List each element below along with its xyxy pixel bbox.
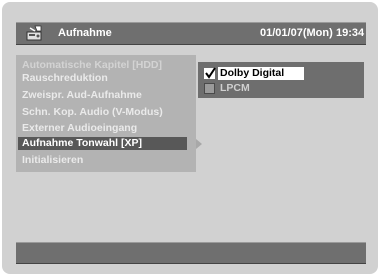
option-label: Dolby Digital	[218, 67, 304, 80]
menu-item-dual-audio-recording[interactable]: Zweispr. Aud-Aufnahme	[22, 89, 142, 102]
status-bar	[16, 242, 366, 264]
title-bar: Aufnahme 01/01/07(Mon) 19:34	[16, 22, 366, 45]
menu-item-initialize[interactable]: Initialisieren	[22, 154, 83, 167]
menu-item-auto-chapter: Automatische Kapitel [HDD]	[22, 59, 163, 71]
menu-item-recording-audio-select[interactable]: Aufnahme Tonwahl [XP]	[18, 137, 202, 150]
dvd-recorder-icon	[26, 25, 44, 42]
audio-format-submenu: Dolby Digital LPCM	[198, 62, 364, 98]
time-display: 19:34	[336, 27, 365, 39]
option-label: LPCM	[220, 82, 250, 94]
menu-item-label: Aufnahme Tonwahl [XP]	[22, 137, 142, 149]
osd-screen: Aufnahme 01/01/07(Mon) 19:34 Automatisch…	[2, 2, 378, 274]
page-title: Aufnahme	[58, 27, 112, 39]
menu-item-external-audio-input[interactable]: Externer Audioeingang	[22, 122, 137, 135]
menu-item-fast-copy-audio[interactable]: Schn. Kop. Audio (V-Modus)	[22, 106, 163, 119]
checkbox-checked-icon[interactable]	[204, 67, 216, 79]
settings-menu: Automatische Kapitel [HDD] Rauschredukti…	[16, 55, 202, 172]
checkbox-empty-icon[interactable]	[204, 83, 215, 94]
menu-item-noise-reduction[interactable]: Rauschreduktion	[22, 72, 108, 85]
chevron-right-icon	[196, 139, 202, 149]
date-display: 01/01/07(Mon)	[260, 27, 333, 39]
